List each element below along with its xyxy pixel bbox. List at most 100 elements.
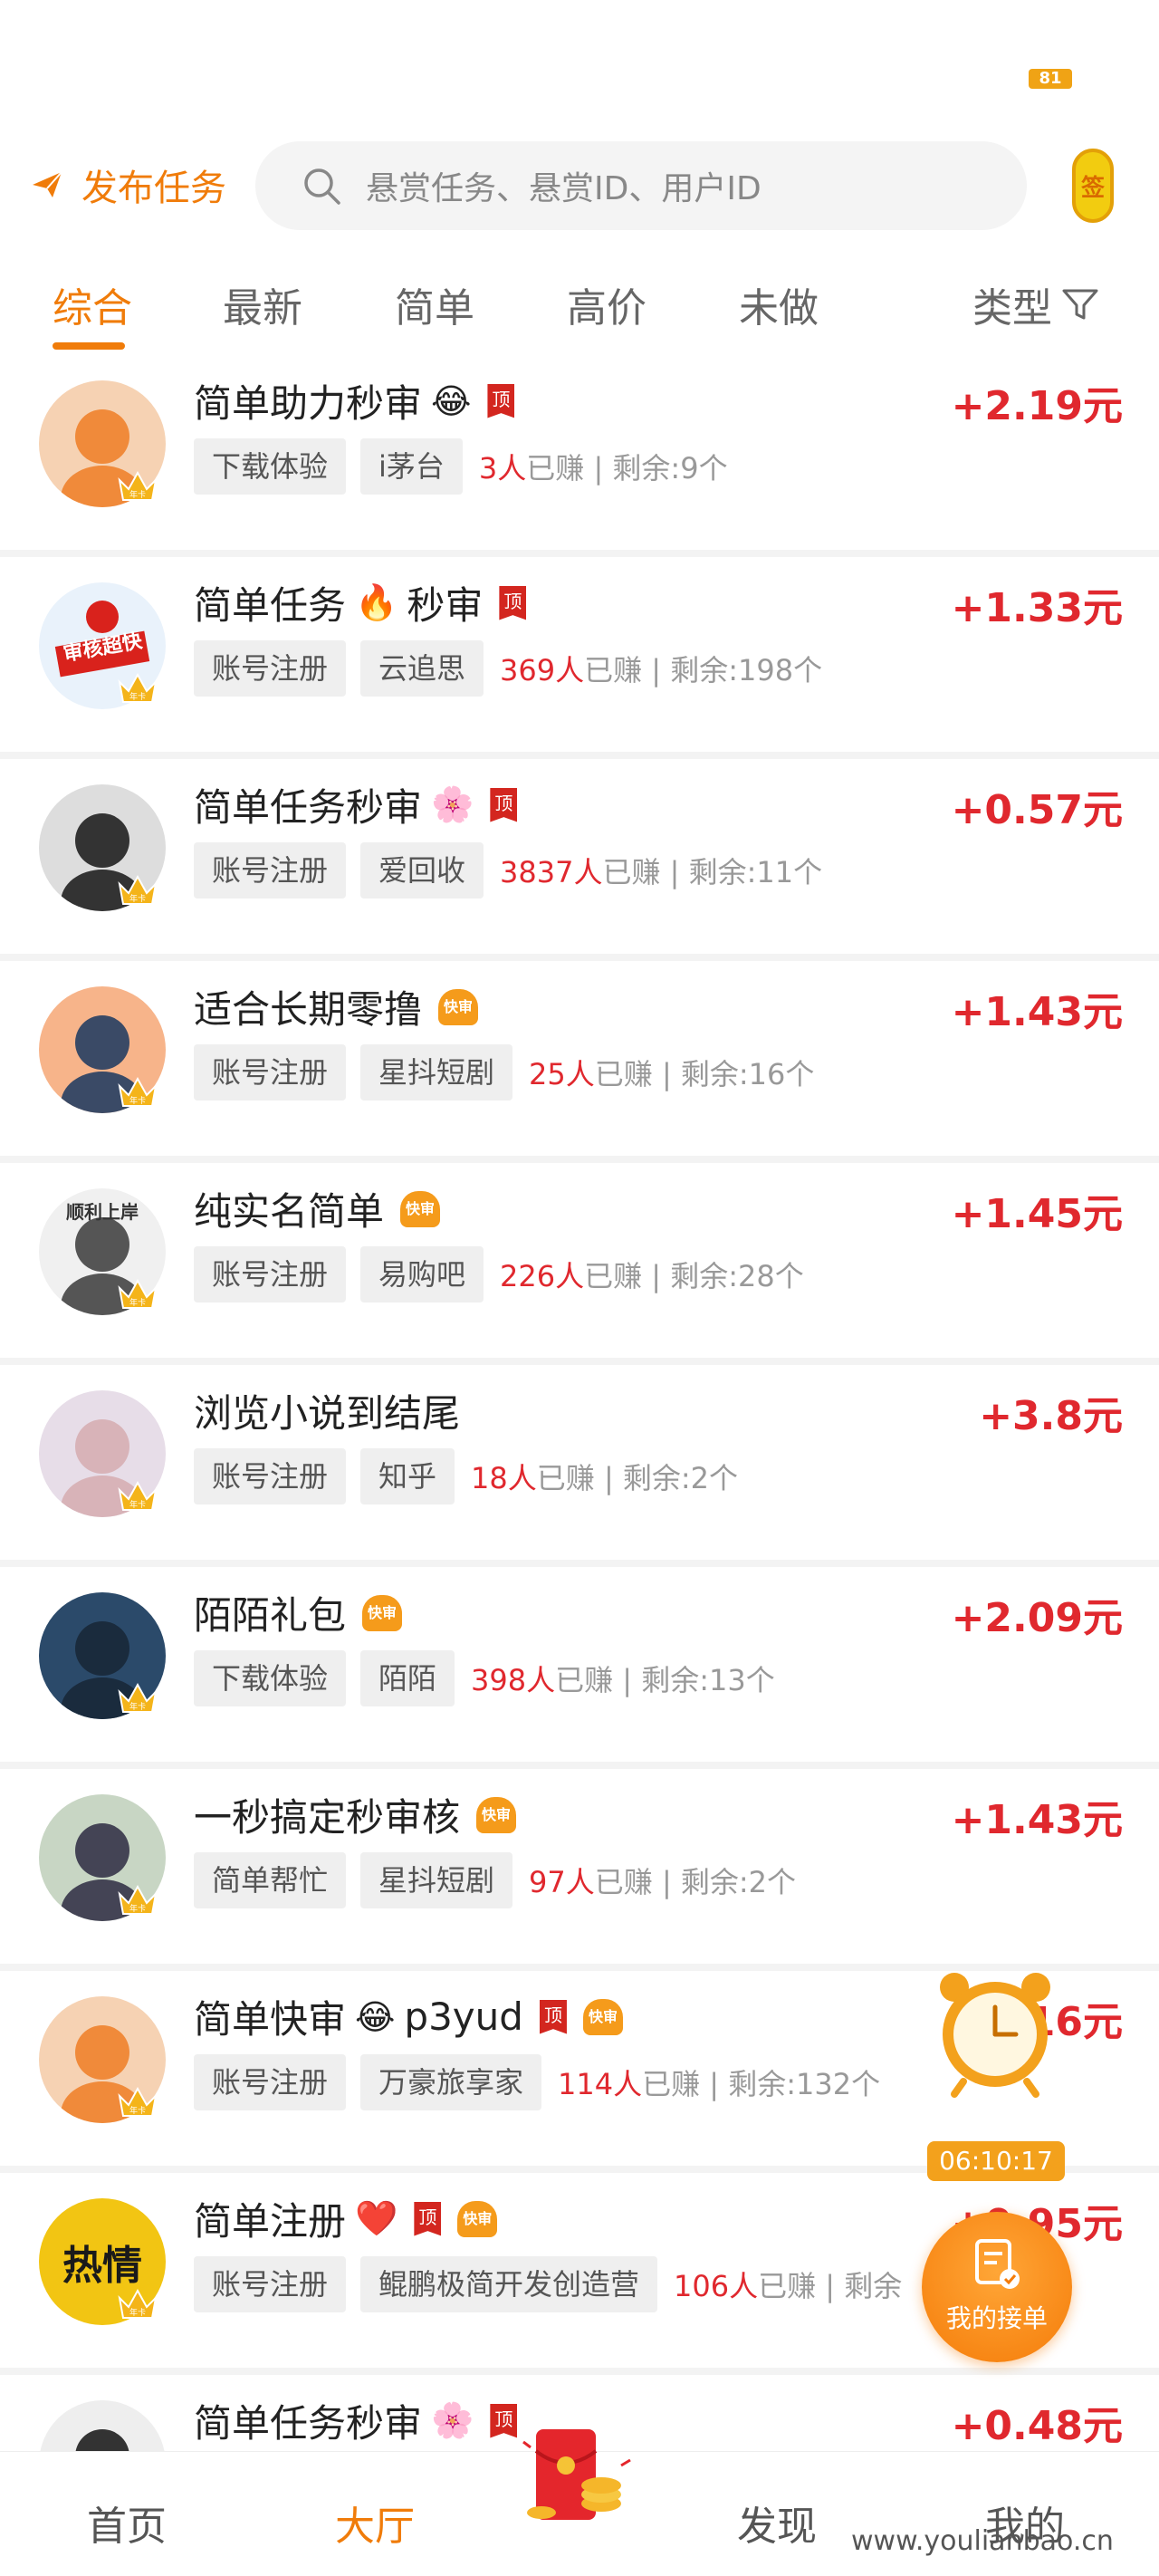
tab-simple[interactable]: 简单	[395, 275, 474, 333]
task-title-text: 简单注册	[194, 2199, 347, 2244]
row-divider	[0, 1560, 1159, 1567]
participant-count: 369人	[500, 653, 585, 687]
task-title-text: 简单快审	[194, 1997, 347, 2042]
remaining-text: 已赚 | 剩余:2个	[594, 1865, 797, 1899]
task-category-tag: 账号注册	[194, 2256, 347, 2312]
participant-count: 226人	[500, 1259, 585, 1293]
alarm-clock-icon[interactable]	[927, 1962, 1063, 2098]
publish-task-label: 发布任务	[81, 168, 226, 209]
remaining-text: 已赚 | 剩余:132个	[642, 2067, 881, 2101]
task-app-tag: 云追思	[360, 640, 484, 697]
search-input[interactable]: 悬赏任务、悬赏ID、用户ID	[255, 141, 1027, 230]
task-meta: 账号注册 星抖短剧 25人已赚 | 剩余:16个	[194, 1044, 814, 1101]
nav-discover[interactable]: 发现	[737, 2494, 817, 2552]
tab-latest[interactable]: 最新	[223, 275, 302, 333]
row-divider	[0, 954, 1159, 961]
task-row[interactable]: 年卡 一秒搞定秒审核 快审 +1.43元 简单帮忙 星抖短剧 97人已赚 | 剩余:2个	[0, 1769, 1159, 1964]
remaining-text: 已赚 | 剩余:2个	[536, 1461, 739, 1495]
fast-review-badge: 快审	[457, 2200, 498, 2237]
task-meta: 账号注册 易购吧 226人已赚 | 剩余:28个	[194, 1246, 804, 1302]
participant-count: 398人	[471, 1663, 556, 1697]
task-title: 适合长期零撸 快审	[194, 979, 479, 1034]
task-stats: 18人已赚 | 剩余:2个	[471, 1456, 738, 1497]
svg-text:年卡: 年卡	[129, 2105, 146, 2116]
task-app-tag: 知乎	[360, 1448, 455, 1504]
task-title-suffix: p3yud	[404, 1994, 523, 2039]
task-row[interactable]: 年卡 简单任务秒审 🌸 顶 +0.57元 账号注册 爱回收 3837人已赚 | 剩余:11个	[0, 759, 1159, 954]
crown-icon: 年卡	[116, 2083, 159, 2119]
task-title-suffix: 秒审	[407, 583, 484, 628]
emoji-icon: 🌸	[431, 784, 474, 824]
task-title-text: 浏览小说到结尾	[194, 1391, 461, 1436]
participant-count: 3837人	[500, 855, 603, 889]
task-row[interactable]: 年卡 适合长期零撸 快审 +1.43元 账号注册 星抖短剧 25人已赚 | 剩余:16个	[0, 961, 1159, 1156]
emoji-icon: 🌸	[431, 2400, 474, 2440]
task-reward: +1.33元	[951, 585, 1123, 631]
red-packet-icon[interactable]	[514, 2424, 641, 2542]
task-meta: 下载体验 i茅台 3人已赚 | 剩余:9个	[194, 438, 728, 495]
task-title-text: 纯实名简单	[194, 1189, 385, 1234]
participant-count: 3人	[478, 451, 527, 485]
send-icon	[33, 171, 62, 197]
emoji-icon: 🔥	[355, 582, 398, 622]
task-row[interactable]: 顺利上岸 年卡 纯实名简单 快审 +1.45元 账号注册 易购吧 226人已赚 | 剩余:28…	[0, 1163, 1159, 1358]
pinned-badge: 顶	[490, 787, 518, 822]
nav-hall[interactable]: 大厅	[335, 2494, 415, 2552]
task-meta: 下载体验 陌陌 398人已赚 | 剩余:13个	[194, 1650, 775, 1706]
task-stats: 25人已赚 | 剩余:16个	[529, 1052, 814, 1093]
fast-review-badge: 快审	[582, 1998, 623, 2035]
task-category-tag: 下载体验	[194, 1650, 347, 1706]
tab-high-price[interactable]: 高价	[567, 275, 647, 333]
sign-in-button[interactable]: 签	[1072, 149, 1114, 223]
task-app-tag: 星抖短剧	[360, 1044, 513, 1101]
task-row[interactable]: 审核超快 年卡 简单任务 🔥 秒审顶 +1.33元 账号注册 云追思 369人已赚 | 剩余:1…	[0, 557, 1159, 752]
task-stats: 97人已赚 | 剩余:2个	[529, 1860, 796, 1901]
task-app-tag: 万豪旅享家	[360, 2054, 542, 2110]
participant-count: 106人	[674, 2269, 759, 2303]
task-title-text: 适合长期零撸	[194, 987, 423, 1032]
row-divider	[0, 1762, 1159, 1769]
task-title-text: 一秒搞定秒审核	[194, 1795, 461, 1840]
task-reward: +0.48元	[951, 2403, 1123, 2449]
fast-review-badge: 快审	[438, 988, 479, 1025]
task-category-tag: 账号注册	[194, 2054, 347, 2110]
task-row[interactable]: 年卡 陌陌礼包 快审 +2.09元 下载体验 陌陌 398人已赚 | 剩余:13个	[0, 1567, 1159, 1762]
task-reward: +1.43元	[951, 989, 1123, 1035]
search-placeholder: 悬赏任务、悬赏ID、用户ID	[366, 170, 761, 207]
remaining-text: 已赚 | 剩余:28个	[584, 1259, 804, 1293]
task-hall-screen: 81 发布任务 悬赏任务、悬赏ID、用户ID 签 综合 最新 简单 高价 未做 …	[0, 0, 1159, 2576]
task-row[interactable]: 年卡 浏览小说到结尾 +3.8元 账号注册 知乎 18人已赚 | 剩余:2个	[0, 1365, 1159, 1560]
task-title: 简单快审 😂 p3yud 顶快审	[194, 1989, 623, 2044]
row-divider	[0, 550, 1159, 557]
publish-task-button[interactable]: 发布任务	[29, 158, 226, 212]
task-app-tag: 鲲鹏极简开发创造营	[360, 2256, 658, 2312]
task-meta: 账号注册 万豪旅享家 114人已赚 | 剩余:132个	[194, 2054, 880, 2110]
my-orders-button[interactable]: 我的接单	[922, 2212, 1072, 2362]
my-orders-label: 我的接单	[945, 2303, 1048, 2333]
task-reward: +2.09元	[951, 1595, 1123, 1641]
remaining-text: 已赚 | 剩余:11个	[602, 855, 823, 889]
svg-text:年卡: 年卡	[129, 1095, 146, 1106]
row-divider	[0, 1358, 1159, 1365]
svg-text:年卡: 年卡	[129, 893, 146, 904]
emoji-icon: 😂	[431, 380, 472, 421]
task-category-tag: 账号注册	[194, 1448, 347, 1504]
nav-home[interactable]: 首页	[87, 2494, 167, 2552]
task-category-tag: 账号注册	[194, 1246, 347, 1302]
task-category-tag: 账号注册	[194, 842, 347, 899]
remaining-text: 已赚 | 剩余:198个	[584, 653, 823, 687]
type-filter-button[interactable]: 类型	[972, 275, 1101, 333]
crown-icon: 年卡	[116, 871, 159, 908]
tab-comprehensive[interactable]: 综合	[53, 275, 132, 333]
task-stats: 3人已赚 | 剩余:9个	[479, 446, 728, 487]
svg-text:年卡: 年卡	[129, 1499, 146, 1510]
battery-indicator: 81	[1029, 69, 1072, 89]
task-title-text: 简单助力秒审	[194, 381, 423, 426]
fast-review-badge: 快审	[400, 1190, 441, 1227]
pinned-badge: 顶	[539, 1999, 567, 2034]
fast-review-badge: 快审	[476, 1796, 517, 1833]
task-title: 简单任务 🔥 秒审顶	[194, 575, 527, 630]
tab-not-done[interactable]: 未做	[739, 275, 819, 333]
task-row[interactable]: 年卡 简单助力秒审 😂 顶 +2.19元 下载体验 i茅台 3人已赚 | 剩余:9个	[0, 355, 1159, 550]
task-stats: 114人已赚 | 剩余:132个	[558, 2062, 880, 2103]
